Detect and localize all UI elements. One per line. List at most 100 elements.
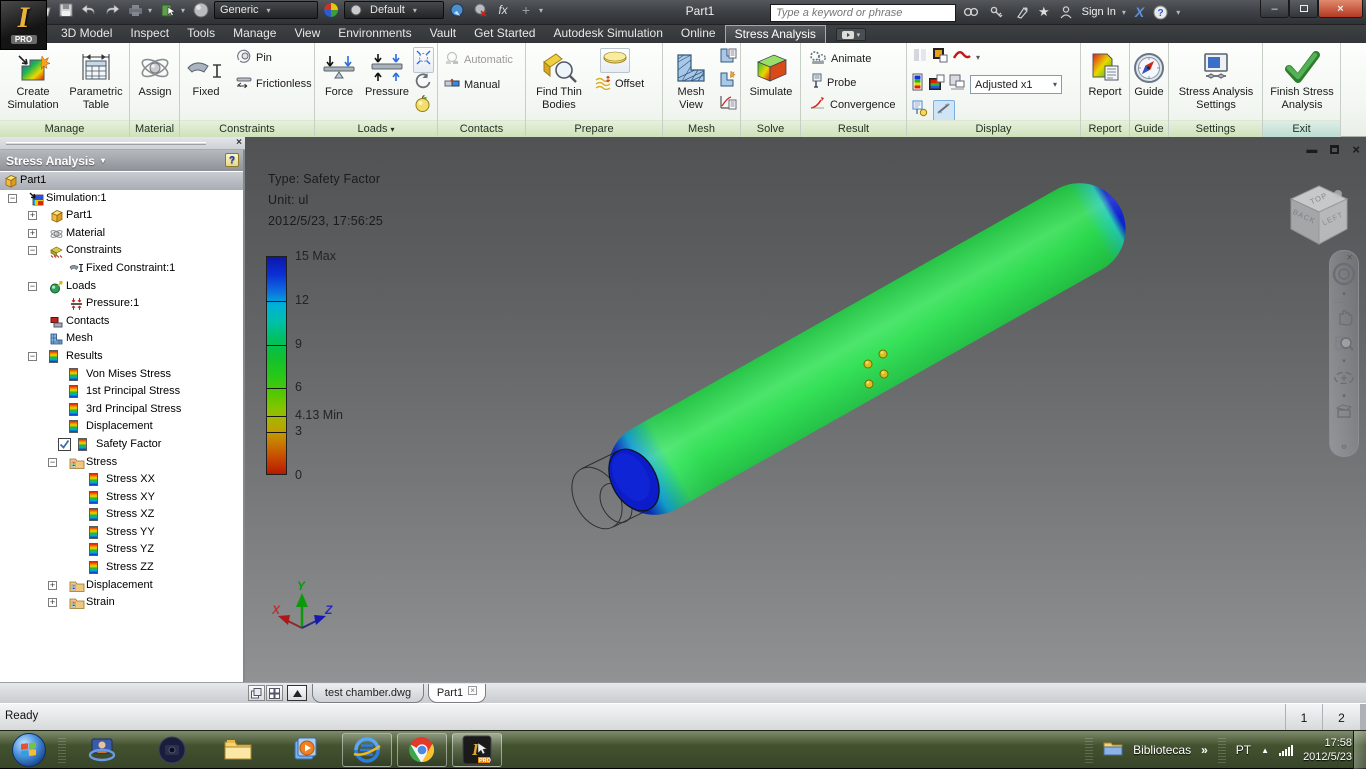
favorites-star-icon[interactable]: ★ bbox=[1038, 4, 1050, 20]
browser-help-icon[interactable]: ? bbox=[225, 153, 239, 167]
start-button[interactable] bbox=[12, 733, 46, 767]
expand-tabs-button[interactable] bbox=[287, 685, 307, 701]
tree-item-label[interactable]: Mesh bbox=[66, 332, 93, 344]
select-dropdown[interactable]: ▾ bbox=[181, 6, 188, 15]
zoom-icon[interactable] bbox=[1334, 333, 1354, 358]
expand-icon[interactable]: + bbox=[28, 211, 37, 220]
panel-footer-settings[interactable]: Settings bbox=[1169, 120, 1262, 137]
tree-item-stress-xz[interactable]: Stress XZ bbox=[0, 506, 243, 524]
minimize-button[interactable]: – bbox=[1260, 0, 1289, 18]
tree-item-contacts[interactable]: Contacts bbox=[0, 313, 243, 331]
tree-item-label[interactable]: Stress XX bbox=[106, 473, 155, 485]
tree-item-label[interactable]: Stress XZ bbox=[106, 508, 154, 520]
convergence-settings-button[interactable] bbox=[719, 93, 737, 115]
tree-item-label[interactable]: Stress YZ bbox=[106, 543, 154, 555]
taskbar-inventor-button[interactable]: IPRO bbox=[452, 733, 502, 767]
material-sphere-icon[interactable] bbox=[191, 1, 211, 19]
sign-in-link[interactable]: Sign In bbox=[1082, 6, 1116, 18]
tree-item-label[interactable]: 3rd Principal Stress bbox=[86, 403, 181, 415]
help-icon[interactable]: ? bbox=[1150, 3, 1170, 21]
tree-item-label[interactable]: Constraints bbox=[66, 244, 122, 256]
collapse-icon[interactable]: − bbox=[48, 458, 57, 467]
panel-footer-constraints[interactable]: Constraints bbox=[180, 120, 314, 137]
tree-item-label[interactable]: Fixed Constraint:1 bbox=[86, 262, 175, 274]
help-dropdown[interactable]: ▾ bbox=[1176, 8, 1183, 17]
application-menu-button[interactable]: IPRO bbox=[0, 0, 47, 50]
sign-in-dropdown[interactable]: ▾ bbox=[1122, 8, 1129, 17]
min-max-display-icon[interactable] bbox=[933, 100, 955, 122]
ribbon-tab-manage[interactable]: Manage bbox=[224, 25, 285, 43]
taskbar-explorer-icon[interactable] bbox=[222, 735, 254, 765]
probe-results-button[interactable]: Probe bbox=[809, 73, 856, 92]
panel-footer-prepare[interactable]: Prepare bbox=[526, 120, 662, 137]
create-simulation-button[interactable]: Create Simulation bbox=[2, 46, 64, 112]
panel-footer-solve[interactable]: Solve bbox=[741, 120, 800, 137]
print-dropdown[interactable]: ▾ bbox=[148, 6, 155, 15]
tree-item-label[interactable]: 1st Principal Stress bbox=[86, 385, 180, 397]
tree-item-label[interactable]: Stress bbox=[86, 456, 117, 468]
search-icon[interactable] bbox=[960, 3, 980, 21]
element-visibility-icon[interactable] bbox=[949, 74, 966, 95]
save-icon[interactable] bbox=[56, 1, 76, 19]
browser-close-icon[interactable]: × bbox=[236, 137, 242, 148]
taskbar-chrome-button[interactable] bbox=[397, 733, 447, 767]
tree-item-strain[interactable]: +Strain bbox=[0, 594, 243, 612]
tray-folder-icon[interactable] bbox=[1103, 740, 1123, 761]
tab-close-icon[interactable]: × bbox=[468, 686, 477, 695]
tree-item-safety-factor[interactable]: Safety Factor bbox=[0, 436, 243, 454]
appearance-combo[interactable]: Default▾ bbox=[344, 1, 444, 19]
document-tab-test-chamber-dwg[interactable]: test chamber.dwg bbox=[312, 684, 424, 703]
deformed-style-icon[interactable] bbox=[952, 48, 972, 67]
undo-icon[interactable] bbox=[79, 1, 99, 19]
tree-checkbox[interactable] bbox=[58, 438, 71, 454]
tree-item-label[interactable]: Pressure:1 bbox=[86, 297, 139, 309]
restore-button[interactable] bbox=[1289, 0, 1318, 18]
panel-footer-guide[interactable]: Guide bbox=[1130, 120, 1168, 137]
tree-item-label[interactable]: Material bbox=[66, 227, 105, 239]
finish-stress-analysis-button[interactable]: Finish Stress Analysis bbox=[1265, 46, 1339, 112]
tree-item-stress-yy[interactable]: Stress YY bbox=[0, 524, 243, 542]
tree-item-material[interactable]: +Material bbox=[0, 225, 243, 243]
ribbon-tab-tools[interactable]: Tools bbox=[178, 25, 224, 43]
frictionless-constraint-button[interactable]: Frictionless bbox=[236, 75, 312, 92]
force-load-button[interactable]: Force bbox=[317, 46, 361, 99]
select-tool-icon[interactable] bbox=[158, 1, 178, 19]
pan-icon[interactable] bbox=[1334, 306, 1354, 331]
assign-material-button[interactable]: Assign bbox=[132, 46, 178, 99]
probe-labels-icon[interactable] bbox=[912, 99, 928, 122]
taskbar-media-player-icon[interactable] bbox=[290, 735, 322, 765]
steering-wheel-icon[interactable] bbox=[1332, 262, 1356, 291]
tree-item-label[interactable]: Part1 bbox=[66, 209, 92, 221]
ribbon-tab-stress-analysis[interactable]: Stress Analysis bbox=[725, 25, 826, 43]
stress-analysis-settings-button[interactable]: Stress Analysis Settings bbox=[1171, 46, 1261, 112]
tree-item-label[interactable]: Stress ZZ bbox=[106, 561, 154, 573]
tree-item-label[interactable]: Displacement bbox=[86, 420, 153, 432]
offset-button[interactable]: Offset bbox=[594, 75, 644, 93]
search-input[interactable] bbox=[770, 4, 956, 22]
find-thin-bodies-button[interactable]: Find Thin Bodies bbox=[530, 46, 588, 112]
panel-footer-report[interactable]: Report bbox=[1081, 120, 1129, 137]
tree-item-label[interactable]: Part1 bbox=[20, 174, 46, 186]
ribbon-tab-view[interactable]: View bbox=[285, 25, 329, 43]
taskbar-ie-button[interactable] bbox=[342, 733, 392, 767]
panel-footer-material[interactable]: Material bbox=[130, 120, 179, 137]
offset-thin-body-button[interactable] bbox=[600, 48, 630, 73]
look-at-icon[interactable] bbox=[1334, 403, 1354, 424]
local-mesh-control-button[interactable] bbox=[719, 70, 737, 92]
ribbon-tab-inspect[interactable]: Inspect bbox=[121, 25, 178, 43]
tree-item-label[interactable]: Stress YY bbox=[106, 526, 155, 538]
tree-item-stress-xx[interactable]: Stress XX bbox=[0, 471, 243, 489]
tree-item-stress-xy[interactable]: Stress XY bbox=[0, 489, 243, 507]
shadow-off-icon[interactable] bbox=[470, 1, 490, 19]
tree-item-label[interactable]: Contacts bbox=[66, 315, 109, 327]
tree-item-label[interactable]: Safety Factor bbox=[96, 438, 161, 450]
mesh-settings-button[interactable] bbox=[719, 47, 737, 69]
zoom-dropdown[interactable]: ▾ bbox=[1342, 358, 1346, 366]
media-overflow-button[interactable]: ▾ bbox=[836, 28, 866, 41]
ribbon-tab-environments[interactable]: Environments bbox=[329, 25, 420, 43]
doc-restore-icon[interactable] bbox=[1330, 145, 1339, 154]
displacement-scale-combo[interactable]: Adjusted x1▾ bbox=[970, 75, 1062, 94]
expand-icon[interactable]: + bbox=[48, 581, 57, 590]
tree-item-label[interactable]: Simulation:1 bbox=[46, 192, 107, 204]
tree-item-label[interactable]: Displacement bbox=[86, 579, 153, 591]
